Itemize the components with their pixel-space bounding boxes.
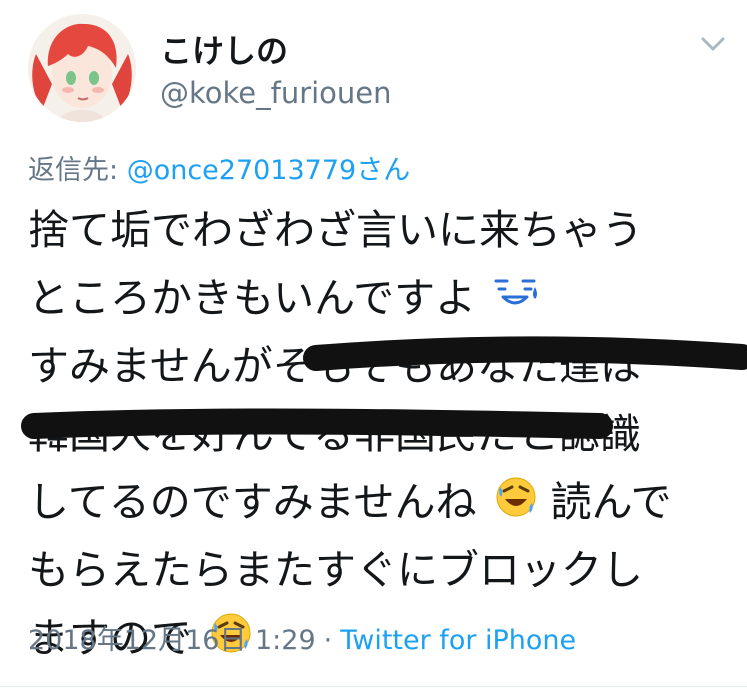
avatar-image: [28, 14, 136, 122]
source-link[interactable]: Twitter for iPhone: [340, 625, 576, 656]
tweet-line: ところかきもいんですよ: [28, 274, 477, 322]
reply-prefix: 返信先:: [28, 155, 127, 186]
display-name[interactable]: こけしの: [160, 26, 288, 72]
tweet-meta: 2018年12月16日 1:29 · Twitter for iPhone: [28, 618, 576, 657]
chevron-down-icon[interactable]: [699, 34, 727, 54]
tweet-line: 韓国人を好んでる非国民だと認識: [28, 410, 641, 458]
avatar[interactable]: [28, 14, 136, 122]
reply-mention-link[interactable]: @once27013779さん: [127, 155, 411, 186]
tweet-card: こけしの @koke_furiouen 返信先: @once27013779さん…: [0, 0, 747, 693]
tweet-line-with-emoji: ところかきもいんですよ: [28, 264, 740, 332]
tweet-line: もらえたらまたすぐにブロックし: [28, 546, 643, 594]
timestamp[interactable]: 2018年12月16日 1:29: [28, 625, 316, 656]
rolling-laughing-emoji-icon: [494, 471, 538, 539]
tweet-text: 捨て垢でわざわざ言いに来ちゃう ところかきもいんですよ すみませんがそもそもあな…: [28, 196, 740, 672]
divider: [0, 686, 747, 687]
tweet-line: 捨て垢でわざわざ言いに来ちゃう: [28, 206, 643, 254]
reply-context: 返信先: @once27013779さん: [28, 148, 410, 187]
tweet-line-with-emoji: してるのですみませんね 読んで: [28, 468, 740, 536]
meta-separator: ·: [323, 625, 333, 656]
tweet-line: 読んで: [550, 478, 672, 526]
sweat-emoticon-icon: [493, 267, 539, 335]
tweet-line: すみませんがそもそもあなた達は: [28, 342, 641, 390]
user-handle[interactable]: @koke_furiouen: [160, 76, 392, 110]
tweet-line: してるのですみませんね: [28, 478, 477, 526]
